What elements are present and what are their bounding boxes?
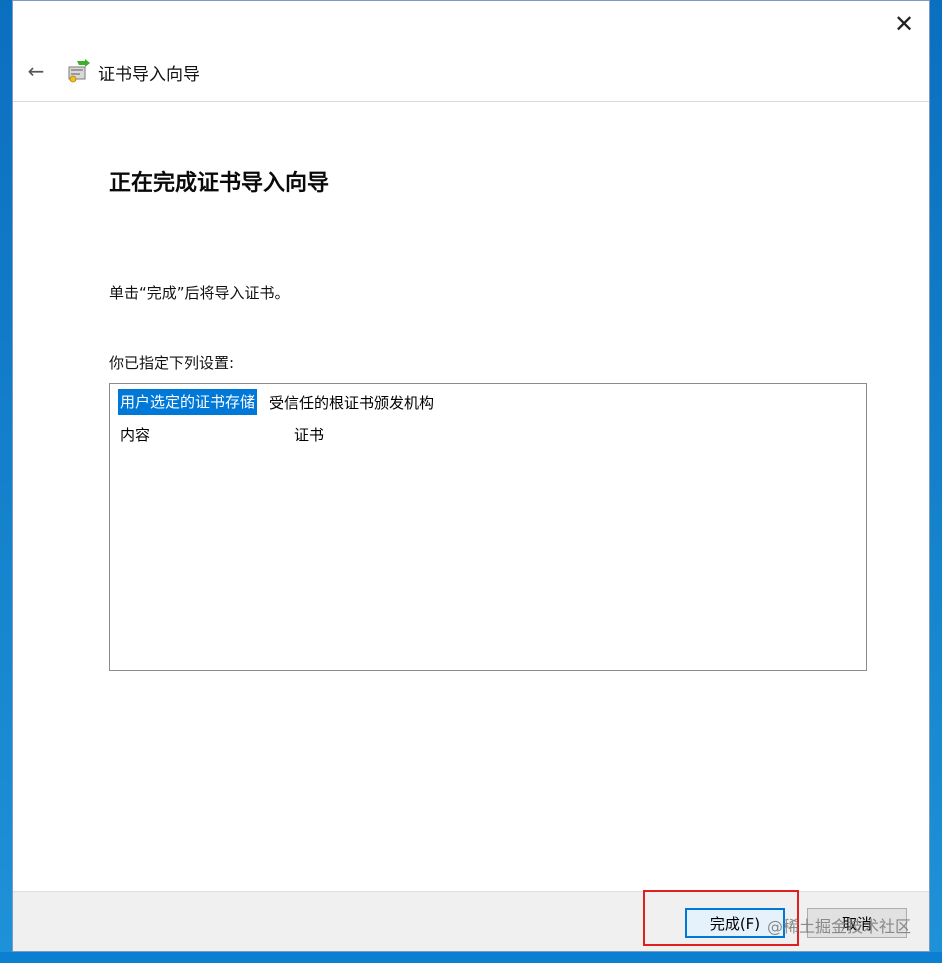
settings-key-selected[interactable]: 用户选定的证书存储 [118,389,258,415]
instruction-text: 单击“完成”后将导入证书。 [109,284,290,302]
desktop-background-left [0,0,12,963]
certificate-import-wizard-window: ✕ ← 证书导入向导 正在完成证书导入向导 单击“完成”后将导入证书。 你已指定… [12,0,930,952]
close-button[interactable]: ✕ [887,7,921,41]
settings-list[interactable]: 用户选定的证书存储 受信任的根证书颁发机构 内容 证书 [109,383,867,671]
settings-value: 受信任的根证书颁发机构 [269,393,435,412]
page-heading: 正在完成证书导入向导 [109,171,330,196]
back-button[interactable]: ← [21,59,51,83]
settings-label: 你已指定下列设置: [109,354,235,372]
wizard-footer: 完成(F) 取消 @稀土掘金技术社区 [13,890,929,951]
settings-key: 内容 [120,425,151,444]
wizard-title: 证书导入向导 [98,65,200,85]
close-icon: ✕ [893,10,915,38]
header-divider [13,101,929,102]
wizard-nav-bar: ← 证书导入向导 [13,51,929,101]
certificate-wizard-icon [65,59,91,83]
settings-row[interactable]: 内容 证书 [118,421,324,447]
settings-row[interactable]: 用户选定的证书存储 受信任的根证书颁发机构 [118,389,434,415]
settings-value: 证书 [294,425,325,444]
back-arrow-icon: ← [27,59,45,83]
desktop-background-bottom [0,952,942,963]
watermark-text: @稀土掘金技术社区 [766,917,911,936]
desktop-background-right [930,0,942,963]
